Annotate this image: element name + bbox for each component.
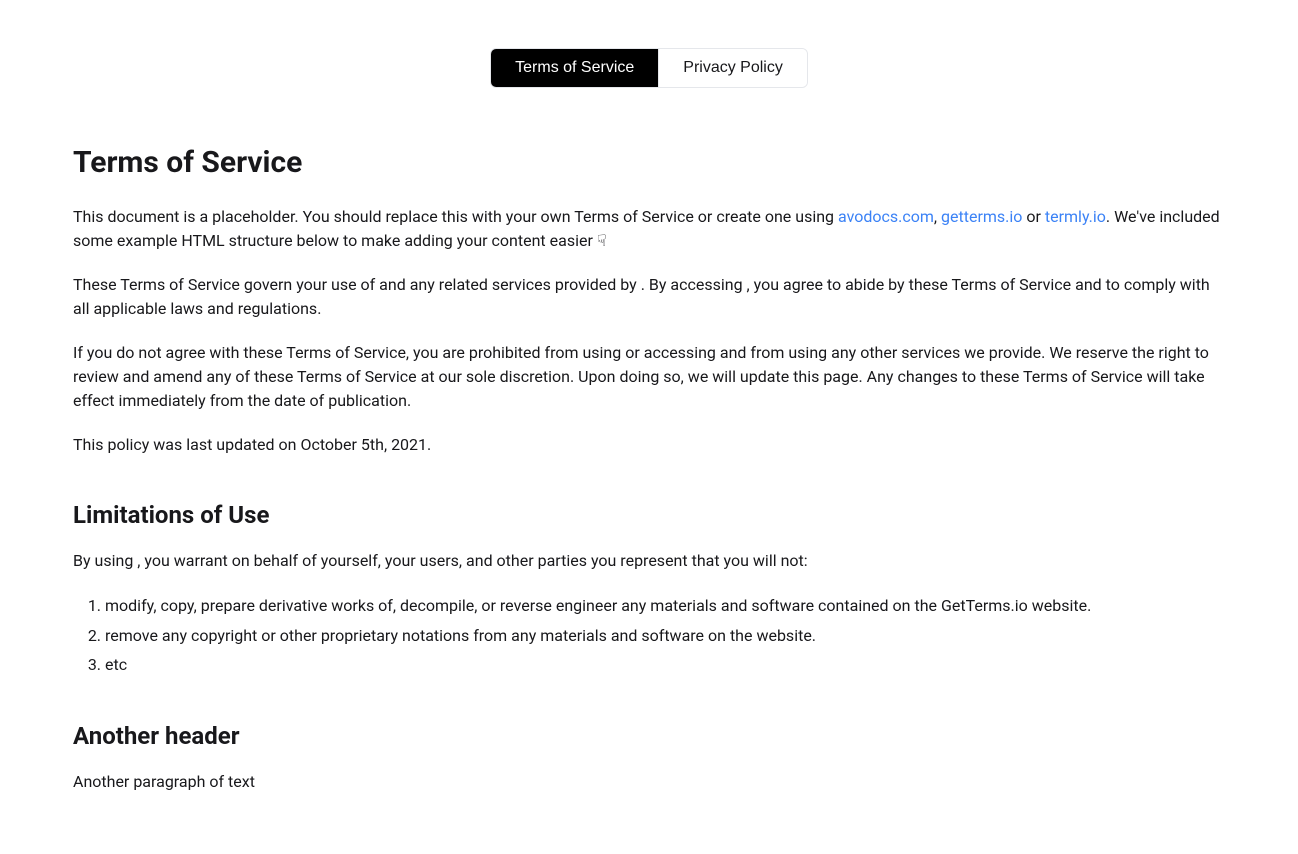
paragraph-governance: These Terms of Service govern your use o… — [73, 273, 1225, 321]
list-item: remove any copyright or other proprietar… — [105, 623, 1225, 649]
paragraph-disagree: If you do not agree with these Terms of … — [73, 341, 1225, 413]
page-title: Terms of Service — [73, 140, 1225, 185]
list-item: modify, copy, prepare derivative works o… — [105, 593, 1225, 619]
heading-another: Another header — [73, 718, 1225, 754]
tab-privacy-policy[interactable]: Privacy Policy — [658, 49, 807, 87]
paragraph-updated: This policy was last updated on October … — [73, 433, 1225, 457]
intro-paragraph: This document is a placeholder. You shou… — [73, 205, 1225, 253]
tab-bar: Terms of Service Privacy Policy — [73, 48, 1225, 88]
link-avodocs[interactable]: avodocs.com — [838, 207, 934, 226]
limitations-list: modify, copy, prepare derivative works o… — [73, 593, 1225, 678]
link-termly[interactable]: termly.io — [1045, 207, 1106, 226]
tab-group: Terms of Service Privacy Policy — [490, 48, 808, 88]
link-getterms[interactable]: getterms.io — [941, 207, 1022, 226]
paragraph-limitations-intro: By using , you warrant on behalf of your… — [73, 549, 1225, 573]
list-item: etc — [105, 652, 1225, 678]
intro-sep2: or — [1022, 207, 1044, 226]
page-container: Terms of Service Privacy Policy Terms of… — [73, 0, 1225, 854]
intro-prefix: This document is a placeholder. You shou… — [73, 207, 838, 226]
intro-sep1: , — [934, 207, 941, 226]
heading-limitations: Limitations of Use — [73, 497, 1225, 533]
paragraph-another: Another paragraph of text — [73, 770, 1225, 794]
tab-terms-of-service[interactable]: Terms of Service — [491, 49, 658, 87]
